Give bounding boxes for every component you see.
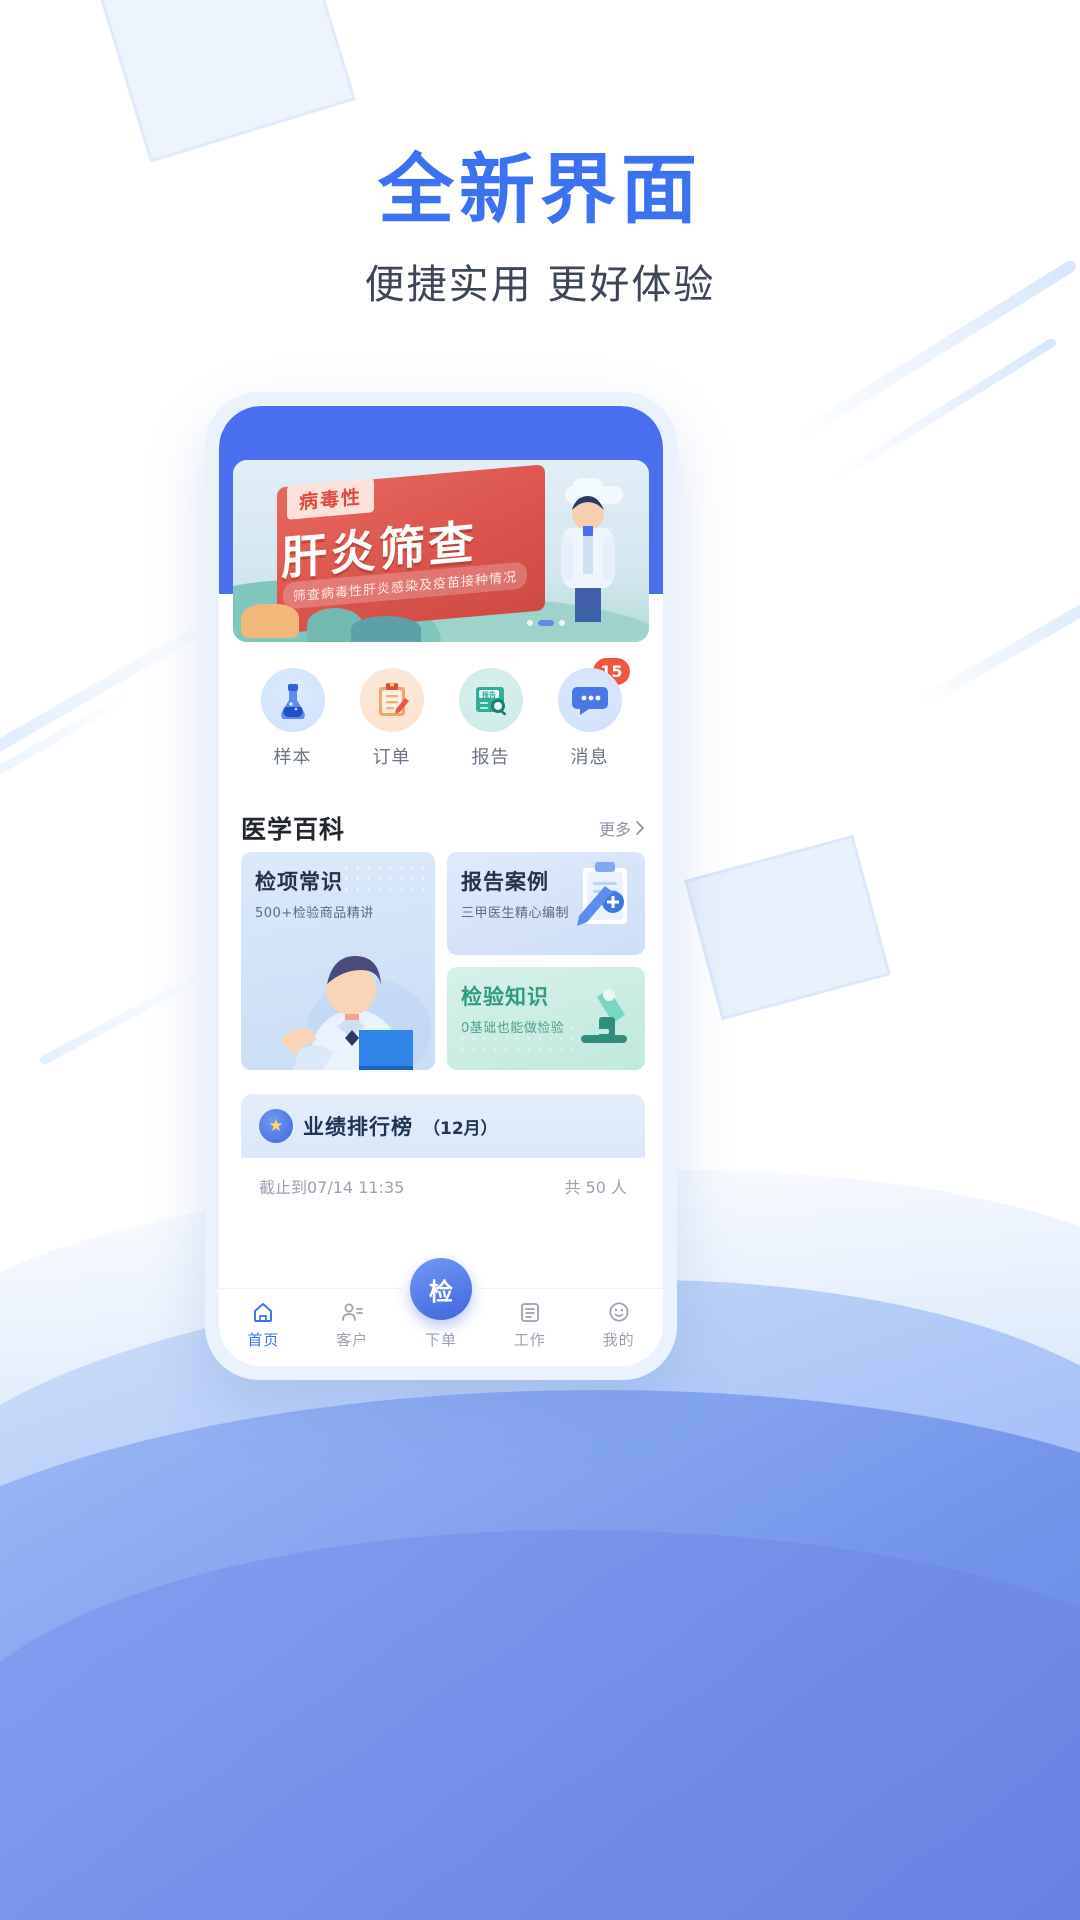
tab-customer[interactable]: 客户	[314, 1298, 390, 1350]
ranking-header: ★ 业绩排行榜 （12月）	[241, 1094, 645, 1158]
ranking-period: （12月）	[423, 1118, 498, 1139]
quick-action-report[interactable]: 报告 报告	[449, 668, 533, 769]
chat-bubble-icon	[557, 668, 622, 732]
encyclopedia-card-report[interactable]: 报告案例 三甲医生精心编制	[447, 852, 645, 955]
promo-banner[interactable]: 病毒性 肝炎筛查 筛查病毒性肝炎感染及疫苗接种情况	[233, 460, 649, 642]
performance-ranking[interactable]: ★ 业绩排行榜 （12月） 截止到07/14 11:35 共 50 人	[241, 1094, 645, 1198]
card-subtitle: 500+检验商品精讲	[255, 906, 374, 921]
microscope-icon	[581, 989, 627, 1043]
medal-icon: ★	[259, 1109, 293, 1143]
tab-home[interactable]: 首页	[225, 1298, 301, 1350]
tab-label: 客户	[336, 1331, 369, 1349]
user-group-icon	[314, 1298, 390, 1326]
quick-action-label: 样本	[273, 747, 312, 768]
tab-label: 下单	[424, 1331, 457, 1349]
streak-decoration	[917, 583, 1080, 709]
streak-decoration	[832, 336, 1058, 483]
ranking-total: 共 50 人	[564, 1178, 627, 1197]
fab-label: 检	[410, 1258, 472, 1320]
more-label: 更多	[598, 820, 631, 839]
page-title: 全新界面	[378, 145, 702, 234]
home-icon	[225, 1298, 301, 1326]
doctor-illustration	[281, 956, 431, 1070]
quick-action-label: 报告	[471, 747, 510, 768]
more-link[interactable]: 更多	[599, 816, 645, 840]
quick-action-order[interactable]: 订单	[350, 668, 434, 769]
tab-order[interactable]: 检 下单	[403, 1251, 479, 1350]
banner-bush	[351, 616, 421, 642]
wave-decoration	[0, 1530, 1080, 1920]
tab-profile[interactable]: 我的	[581, 1298, 657, 1350]
report-search-icon: 报告	[458, 668, 523, 732]
phone-screen: 病毒性 肝炎筛查 筛查病毒性肝炎感染及疫苗接种情况 样本 订单 报告 报告 15…	[219, 406, 663, 1366]
briefcase-icon	[492, 1298, 568, 1326]
screenshot-root: 全新界面 便捷实用 更好体验 病毒性 肝炎筛查 筛查病毒性肝炎感染及疫苗接种情况	[0, 0, 1080, 1920]
encyclopedia-card-knowledge[interactable]: 检项常识 500+检验商品精讲	[241, 852, 435, 1070]
tab-label: 我的	[602, 1331, 635, 1349]
phone-mockup: 病毒性 肝炎筛查 筛查病毒性肝炎感染及疫苗接种情况 样本 订单 报告 报告 15…	[205, 392, 677, 1380]
section-title: 医学百科	[241, 815, 346, 844]
report-clipboard-icon	[577, 862, 627, 926]
carousel-dot-active[interactable]	[538, 620, 554, 626]
svg-text:报告: 报告	[482, 690, 496, 699]
dot-texture	[457, 1022, 577, 1058]
encyclopedia-header: 医学百科 更多	[241, 810, 645, 846]
carousel-dot[interactable]	[527, 620, 533, 626]
card-title: 检项常识	[255, 870, 343, 894]
ranking-deadline: 截止到07/14 11:35	[259, 1178, 405, 1197]
quick-action-label: 消息	[570, 747, 609, 768]
streak-decoration	[38, 973, 202, 1066]
encyclopedia-grid: 检项常识 500+检验商品精讲 报告案例 三甲医生精心编制 检验知识	[241, 852, 645, 1070]
encyclopedia-card-lab[interactable]: 检验知识 0基础也能做检验	[447, 967, 645, 1070]
order-fab-button[interactable]: 检	[403, 1251, 479, 1327]
quick-action-label: 订单	[372, 747, 411, 768]
quick-action-sample[interactable]: 样本	[251, 668, 335, 769]
ranking-meta: 截止到07/14 11:35 共 50 人	[241, 1158, 645, 1198]
clipboard-icon	[359, 668, 424, 732]
banner-rock	[241, 604, 299, 638]
paper-shape-right	[684, 834, 891, 1021]
chevron-right-icon	[636, 821, 644, 835]
banner-pagination[interactable]	[527, 620, 565, 626]
flask-icon	[260, 668, 325, 732]
page-subtitle: 便捷实用 更好体验	[364, 262, 716, 308]
tab-label: 工作	[513, 1331, 546, 1349]
carousel-dot[interactable]	[559, 620, 565, 626]
app-content: 病毒性 肝炎筛查 筛查病毒性肝炎感染及疫苗接种情况 样本 订单 报告 报告 15…	[219, 406, 663, 1288]
tab-work[interactable]: 工作	[492, 1298, 568, 1350]
quick-actions-row: 样本 订单 报告 报告 15 消息	[219, 658, 663, 769]
encyclopedia-right-column: 报告案例 三甲医生精心编制 检验知识	[447, 852, 645, 1070]
tab-label: 首页	[247, 1331, 280, 1349]
bottom-tabbar: 首页 客户 检 下单 工作 我的	[219, 1251, 663, 1366]
quick-action-message[interactable]: 15 消息	[548, 658, 632, 769]
ranking-title: 业绩排行榜	[303, 1115, 413, 1139]
profile-icon	[581, 1298, 657, 1326]
